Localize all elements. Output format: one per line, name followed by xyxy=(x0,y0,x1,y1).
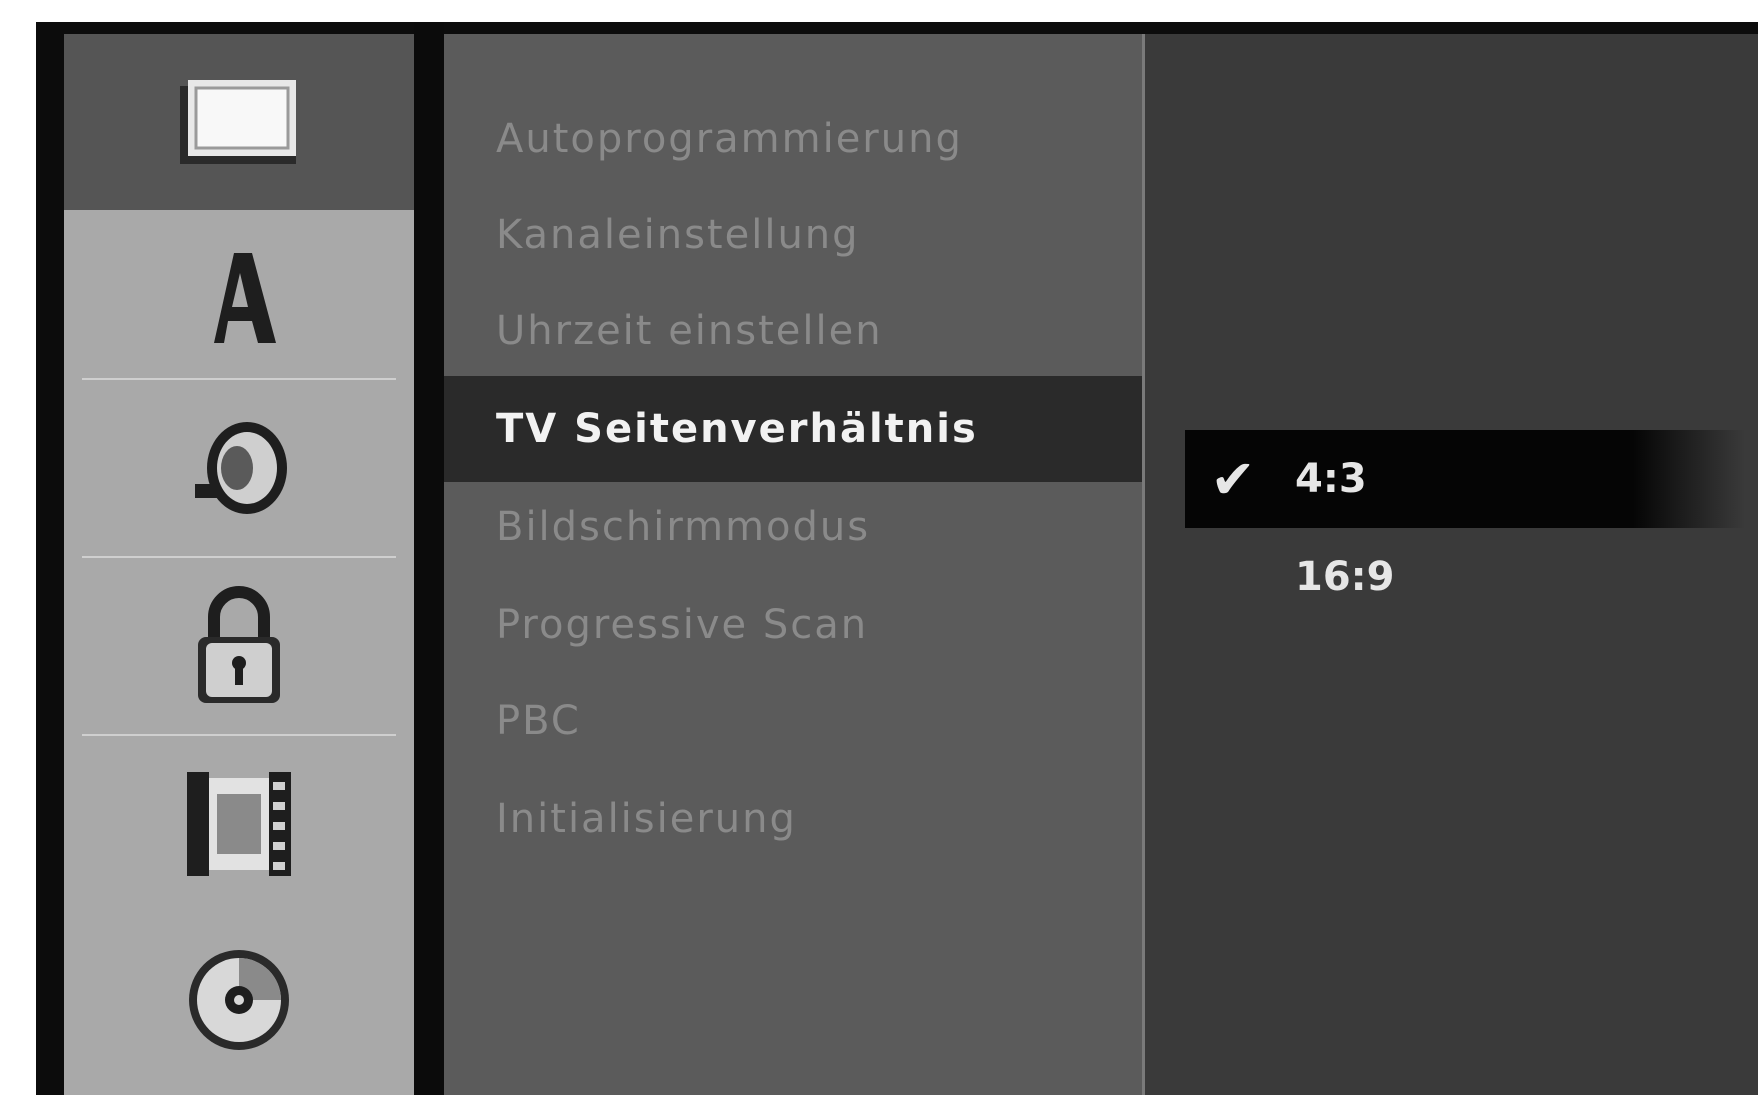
option-label: 16:9 xyxy=(1295,554,1395,600)
option-4-3[interactable]: ✔ 4:3 xyxy=(1145,430,1745,528)
menu-item-label: Kanaleinstellung xyxy=(496,212,860,258)
menu-item-tv-aspect[interactable]: TV Seitenverhältnis xyxy=(444,376,1142,482)
category-disc[interactable] xyxy=(64,912,414,1088)
screen-icon xyxy=(180,80,296,164)
category-audio[interactable] xyxy=(64,380,414,556)
check-icon: ✔ xyxy=(1210,447,1256,511)
lock-icon xyxy=(198,586,280,703)
category-picture[interactable] xyxy=(64,34,414,210)
menu-item-pbc[interactable]: PBC xyxy=(444,668,1142,774)
sidebar-divider xyxy=(414,22,444,1095)
category-language[interactable] xyxy=(64,210,414,386)
menu-item-initialization[interactable]: Initialisierung xyxy=(444,766,1142,872)
category-sidebar xyxy=(64,34,414,1095)
setup-menu-screen: Autoprogrammierung Kanaleinstellung Uhrz… xyxy=(36,22,1758,1095)
menu-item-label: TV Seitenverhältnis xyxy=(496,406,978,452)
menu-item-clock-set[interactable]: Uhrzeit einstellen xyxy=(444,278,1142,384)
menu-item-label: PBC xyxy=(496,698,581,744)
category-lock[interactable] xyxy=(64,558,414,734)
menu-item-channel-setup[interactable]: Kanaleinstellung xyxy=(444,182,1142,288)
category-movie[interactable] xyxy=(64,736,414,912)
speaker-icon xyxy=(195,422,287,514)
option-label: 4:3 xyxy=(1295,456,1367,502)
menu-item-progressive-scan[interactable]: Progressive Scan xyxy=(444,572,1142,678)
menu-item-autoprogramming[interactable]: Autoprogrammierung xyxy=(444,86,1142,192)
menu-item-label: Initialisierung xyxy=(496,796,797,842)
menu-item-label: Autoprogrammierung xyxy=(496,116,963,162)
menu-item-label: Bildschirmmodus xyxy=(496,504,871,550)
options-panel: ✔ 4:3 16:9 xyxy=(1145,34,1758,1095)
menu-item-display-mode[interactable]: Bildschirmmodus xyxy=(444,474,1142,580)
menu-item-label: Uhrzeit einstellen xyxy=(496,308,883,354)
option-16-9[interactable]: 16:9 xyxy=(1145,528,1745,626)
settings-menu: Autoprogrammierung Kanaleinstellung Uhrz… xyxy=(444,34,1142,1095)
film-icon xyxy=(187,772,291,876)
language-icon xyxy=(214,253,276,343)
disc-icon xyxy=(189,950,289,1050)
menu-item-label: Progressive Scan xyxy=(496,602,869,648)
